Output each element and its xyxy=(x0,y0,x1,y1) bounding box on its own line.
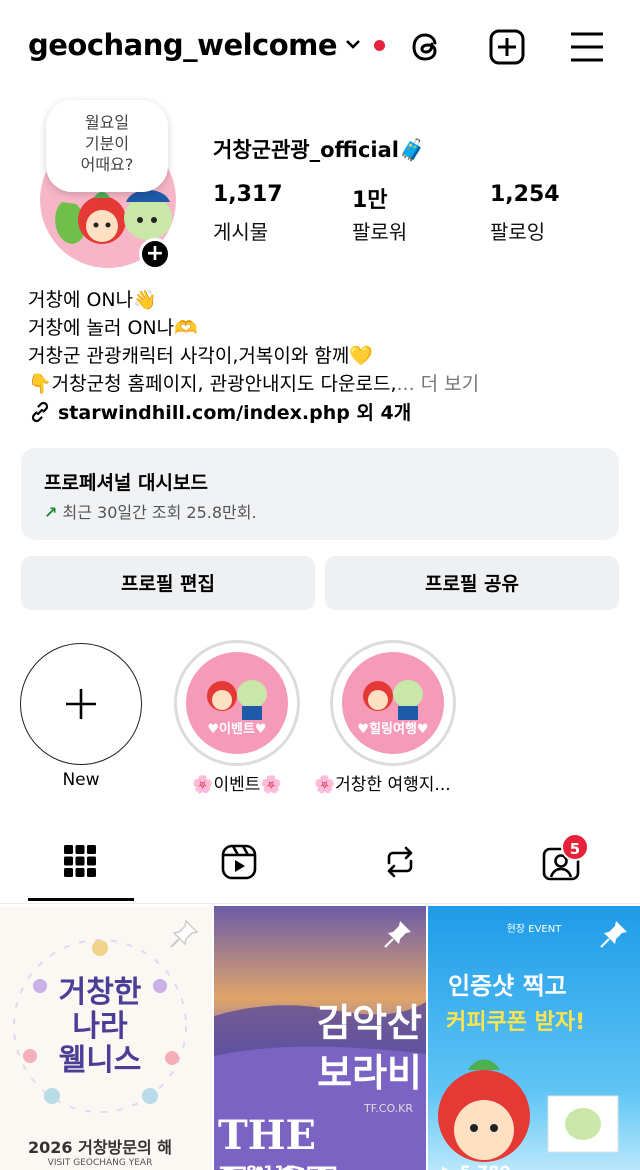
edit-profile-button[interactable]: 프로필 편집 xyxy=(21,556,315,610)
reels-icon[interactable] xyxy=(220,843,258,881)
post-title: 거창한 나라 웰니스 xyxy=(58,975,142,1078)
display-name: 거창군관광_official🧳 xyxy=(213,138,426,162)
plus-icon xyxy=(65,688,96,719)
apple-mascot-image xyxy=(438,1059,619,1162)
dashboard-subtitle-text: 최근 30일간 조회 25.8만회. xyxy=(62,503,257,522)
new-post-icon[interactable] xyxy=(488,28,526,66)
highlight-label-new[interactable]: New xyxy=(20,770,142,790)
following-label[interactable]: 팔로잉 xyxy=(490,216,545,245)
post-title: 감악산 보라비 xyxy=(317,1001,422,1095)
menu-icon[interactable] xyxy=(568,30,606,64)
post-subtitle: 커피쿠폰 받자! xyxy=(446,1010,586,1035)
profile-username[interactable]: geochang_welcome xyxy=(28,28,338,62)
bio-line: 👇거창군청 홈페이지, 관광안내지도 다운로드,... 더 보기 xyxy=(28,370,479,398)
post-view-count-text: 5,780 xyxy=(460,1162,511,1170)
post-tile[interactable]: 현장 EVENT 인증샷 찍고 커피쿠폰 받자! ▶ 5,780 xyxy=(428,906,640,1170)
highlight-badge-text: ♥힐링여행♥ xyxy=(357,722,429,737)
mascot-illustration xyxy=(207,680,267,720)
add-story-plus-icon[interactable]: + xyxy=(139,238,171,270)
post-view-count: ▶ 8,115 xyxy=(228,1162,296,1170)
following-count[interactable]: 1,254 xyxy=(490,182,560,207)
post-title: 인증샷 찍고 xyxy=(448,972,567,1000)
new-highlight-button[interactable] xyxy=(20,643,142,765)
posts-label[interactable]: 게시물 xyxy=(213,216,268,245)
bio-line: 거창군 관광캐릭터 사각이,거복이와 함께💛 xyxy=(28,345,373,367)
note-text: 월요일 기분이 어때요? xyxy=(80,113,134,174)
trend-up-icon: ↗ xyxy=(44,503,58,522)
highlight-event[interactable]: ♥이벤트♥ xyxy=(174,640,300,766)
link-icon xyxy=(31,401,49,423)
post-tile[interactable]: 거창한 나라 웰니스 2026 거창방문의 해 VISIT GEOCHANG Y… xyxy=(0,906,212,1170)
post-view-count-text: 8,115 xyxy=(246,1162,297,1170)
profile-bio: 거창에 ON나👋 거창에 놀러 ON나🫶 거창군 관광캐릭터 사각이,거복이와 … xyxy=(28,286,479,398)
reposts-icon[interactable] xyxy=(381,843,419,881)
bio-line: 거창에 ON나👋 xyxy=(28,289,157,311)
dashboard-title: 프로페셔널 대시보드 xyxy=(44,472,208,494)
post-view-count: ▶ 5,780 xyxy=(442,1162,510,1170)
post-footnote: VISIT GEOCHANG YEAR xyxy=(47,1158,153,1168)
highlight-label-travel[interactable]: 🌸거창한 여행지... xyxy=(314,770,474,795)
followers-count[interactable]: 1만 xyxy=(352,182,388,214)
see-more-link[interactable]: ... 더 보기 xyxy=(397,373,480,395)
threads-icon[interactable] xyxy=(408,28,446,66)
bio-link-text[interactable]: starwindhill.com/index.php 외 4개 xyxy=(58,402,411,424)
highlight-label-event[interactable]: 🌸이벤트🌸 xyxy=(172,770,302,795)
chevron-down-icon[interactable] xyxy=(344,38,362,52)
event-tag: 현장 EVENT xyxy=(506,924,562,935)
posts-count[interactable]: 1,317 xyxy=(213,182,283,207)
unread-dot xyxy=(374,40,385,51)
highlight-travel[interactable]: ♥힐링여행♥ xyxy=(330,640,456,766)
profile-note-bubble[interactable]: 월요일 기분이 어때요? xyxy=(46,100,168,192)
post-subtitle: 2026 거창방문의 해 xyxy=(28,1138,172,1157)
grid-icon[interactable] xyxy=(63,844,97,878)
post-tile[interactable]: 감악산 보라비 TF.CO.KR THE FACT ▶ 8,115 xyxy=(214,906,426,1170)
bio-link[interactable]: starwindhill.com/index.php 외 4개 xyxy=(28,398,411,425)
bio-line-text: 👇거창군청 홈페이지, 관광안내지도 다운로드, xyxy=(28,373,397,395)
dashboard-subtitle: ↗ 최근 30일간 조회 25.8만회. xyxy=(44,499,257,523)
share-profile-button[interactable]: 프로필 공유 xyxy=(325,556,619,610)
active-tab-indicator xyxy=(28,898,134,901)
highlight-badge-text: ♥이벤트♥ xyxy=(207,722,267,737)
bio-line: 거창에 놀러 ON나🫶 xyxy=(28,317,198,339)
divider xyxy=(0,903,640,904)
mascot-illustration xyxy=(363,680,423,720)
followers-label[interactable]: 팔로워 xyxy=(352,216,407,245)
tagged-notification-badge: 5 xyxy=(561,833,589,861)
